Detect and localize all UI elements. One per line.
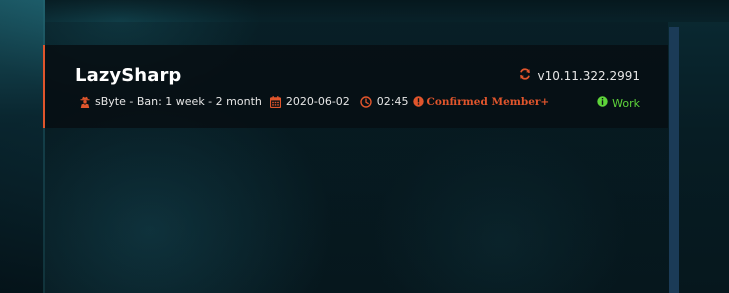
exclamation-circle-icon <box>412 96 424 107</box>
script-title[interactable]: LazySharp <box>75 65 181 86</box>
time-label: 02:45 <box>376 95 409 108</box>
meta-row: sByte - Ban: 1 week - 2 month 2020-06-02 <box>80 95 549 108</box>
calendar-icon <box>269 95 281 108</box>
clock-icon <box>360 95 372 108</box>
date-label: 2020-06-02 <box>285 95 350 108</box>
status-label: Work <box>612 96 640 110</box>
top-band <box>45 0 729 22</box>
role-badge: Confirmed Member+ <box>426 95 550 108</box>
author-info: sByte - Ban: 1 week - 2 month <box>95 95 262 108</box>
script-card[interactable]: LazySharp v10.11.322.2991 sByte - Ban: 1… <box>43 45 668 128</box>
version-info: v10.11.322.2991 <box>519 68 640 83</box>
version-label: v10.11.322.2991 <box>537 68 640 83</box>
scrollbar[interactable] <box>669 27 679 293</box>
background-figure <box>0 0 45 293</box>
refresh-icon <box>519 68 531 83</box>
info-circle-icon <box>597 96 608 110</box>
user-secret-icon <box>80 96 90 108</box>
status-indicator: Work <box>597 96 640 110</box>
